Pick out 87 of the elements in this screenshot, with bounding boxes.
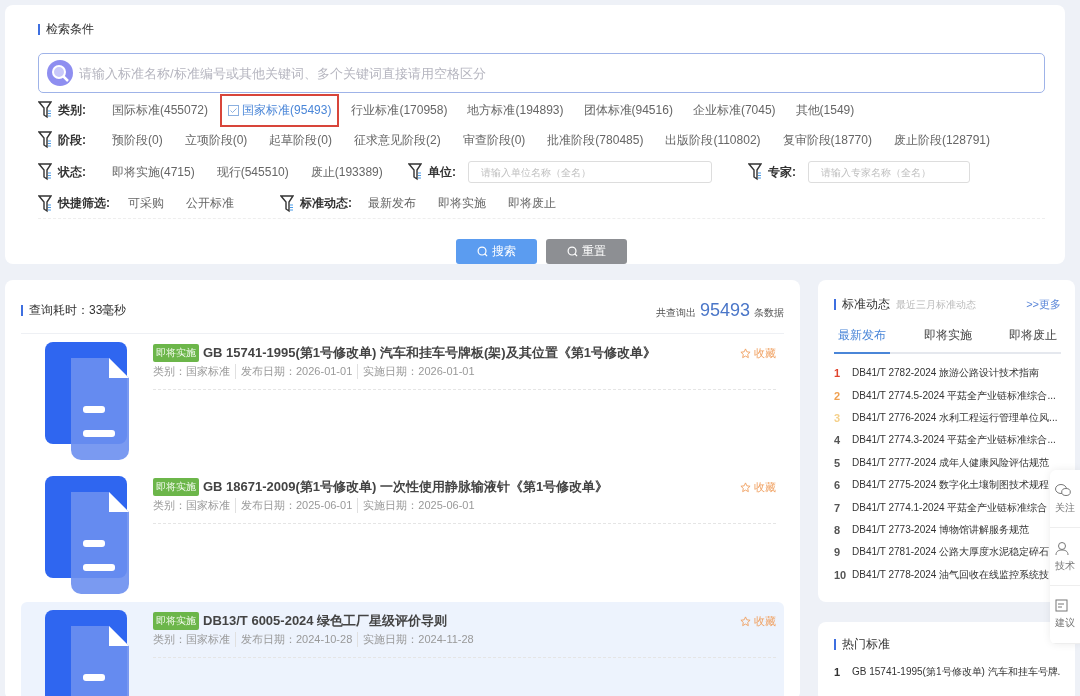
standard-link[interactable]: DB41/T 2774.3-2024 平菇全产业链标准综合...	[852, 433, 1056, 448]
filter-option[interactable]: 最新发布	[360, 187, 424, 220]
implement-date: 实施日期：2025-06-01	[357, 498, 480, 513]
search-field[interactable]: 请输入标准名称/标准编号或其他关键词、多个关键词直接请用空格区分	[38, 53, 1045, 93]
result-title[interactable]: GB 18671-2009(第1号修改单) 一次性使用静脉输液针《第1号修改单》	[203, 478, 736, 496]
filter-option[interactable]: 即将实施	[430, 187, 494, 220]
float-button[interactable]: 建议	[1050, 586, 1080, 644]
chat-bubbles-icon	[1055, 482, 1071, 497]
filter-icon	[748, 163, 762, 181]
implement-date: 实施日期：2026-01-01	[357, 364, 480, 379]
filter-option[interactable]: 废止(193389)	[302, 155, 391, 189]
publish-date: 发布日期：2026-01-01	[235, 364, 358, 379]
filter-label: 专家:	[768, 163, 796, 181]
rank-number: 6	[834, 479, 842, 492]
filter-option[interactable]: 公开标准	[178, 187, 242, 220]
filter-label: 快捷筛选:	[58, 195, 110, 212]
filter-label: 状态:	[58, 163, 86, 181]
rank-number: 8	[834, 523, 842, 536]
standard-link[interactable]: DB41/T 2774.1-2024 平菇全产业链标准综合	[852, 500, 1048, 515]
publish-date: 发布日期：2024-10-28	[235, 632, 358, 647]
status-tag: 即将实施	[153, 344, 199, 362]
float-button[interactable]: 关注	[1050, 470, 1080, 528]
filter-icon	[408, 163, 422, 181]
result-item[interactable]: 即将实施 DB13/T 6005-2024 绿色工厂星级评价导则 收藏 类别：国家标准 发布日期：2024-10-28 实施日期：2024-11-28	[21, 602, 784, 696]
result-title[interactable]: GB 15741-1995(第1号修改单) 汽车和挂车号牌板(架)及其位置《第1号修改单》	[203, 344, 736, 362]
rank-number: 4	[834, 434, 842, 447]
standard-link[interactable]: DB41/T 2775-2024 数字化土壤制图技术规程	[852, 478, 1050, 493]
edit-note-icon	[1055, 599, 1068, 612]
filter-option[interactable]: 国家标准(95493)	[220, 93, 340, 127]
tab[interactable]: 即将实施	[919, 327, 976, 354]
filter-label: 单位:	[428, 163, 456, 181]
result-title[interactable]: DB13/T 6005-2024 绿色工厂星级评价导则	[203, 612, 736, 630]
rank-number: 9	[834, 546, 842, 559]
more-link[interactable]: >>更多	[1026, 297, 1061, 312]
total-label: 共查询出	[655, 306, 696, 320]
publish-date: 发布日期：2025-06-01	[235, 498, 358, 513]
tab[interactable]: 即将废止	[1005, 327, 1061, 354]
tab[interactable]: 最新发布	[834, 327, 890, 354]
search-icon	[46, 59, 74, 87]
reset-button[interactable]: 重置	[546, 239, 627, 264]
rank-number: 5	[834, 456, 842, 469]
checkbox-icon	[228, 104, 240, 116]
filter-label: 类别:	[58, 101, 86, 119]
rank-number: 2	[834, 389, 842, 402]
star-icon	[740, 481, 751, 493]
filter-option[interactable]: 即将实施(4715)	[104, 155, 203, 189]
filter-option[interactable]: 现行(545510)	[208, 155, 297, 189]
filter-icon	[38, 163, 52, 181]
standard-link[interactable]: DB41/T 2781-2024 公路大厚度水泥稳定碎石	[852, 545, 1050, 560]
result-category: 类别：国家标准	[153, 364, 231, 379]
implement-date: 实施日期：2024-11-28	[357, 632, 479, 647]
search-icon	[567, 246, 578, 257]
status-tag: 即将实施	[153, 478, 199, 496]
filter-option[interactable]: 即将废止	[500, 187, 564, 220]
standard-link[interactable]: DB41/T 2776-2024 水利工程运行管理单位风...	[852, 410, 1058, 425]
total-label: 条数据	[754, 306, 784, 320]
panel-title: 标准动态	[834, 296, 890, 313]
standard-link[interactable]: DB41/T 2774.5-2024 平菇全产业链标准综合...	[852, 388, 1056, 403]
filter-icon	[38, 101, 52, 119]
filter-option[interactable]: 可采购	[120, 187, 172, 220]
standard-link[interactable]: DB41/T 2773-2024 博物馆讲解服务规范	[852, 522, 1030, 537]
filter-label: 阶段:	[58, 131, 86, 149]
filter-icon	[280, 194, 294, 213]
person-icon	[1055, 540, 1069, 555]
standard-link[interactable]: DB41/T 2778-2024 油气回收在线监控系统技	[852, 567, 1050, 582]
search-icon	[477, 246, 488, 257]
result-category: 类别：国家标准	[153, 632, 231, 647]
status-tag: 即将实施	[153, 612, 199, 630]
float-button[interactable]: 技术	[1050, 528, 1080, 586]
rank-number: 1	[834, 666, 842, 679]
star-icon	[740, 347, 751, 359]
filter-icon	[38, 194, 52, 213]
rank-number: 3	[834, 411, 842, 424]
standard-link[interactable]: GB 15741-1995(第1号修改单) 汽车和挂车号牌.	[852, 665, 1061, 680]
filter-option[interactable]: 废止阶段(128791)	[885, 123, 998, 157]
standard-link[interactable]: DB41/T 2777-2024 成年人健康风险评估规范	[852, 455, 1050, 470]
total-count: 95493	[699, 300, 750, 321]
result-category: 类别：国家标准	[153, 498, 231, 513]
rank-number: 10	[834, 568, 846, 581]
standard-link[interactable]: DB41/T 2782-2024 旅游公路设计技术指南	[852, 366, 1040, 381]
filter-label: 标准动态:	[300, 195, 352, 212]
section-title: 检索条件	[38, 21, 1045, 38]
query-time: 查询耗时：33毫秒	[21, 302, 127, 319]
filter-icon	[38, 131, 52, 149]
rank-number: 7	[834, 501, 842, 514]
star-icon	[740, 615, 751, 627]
rank-number: 1	[834, 367, 842, 380]
